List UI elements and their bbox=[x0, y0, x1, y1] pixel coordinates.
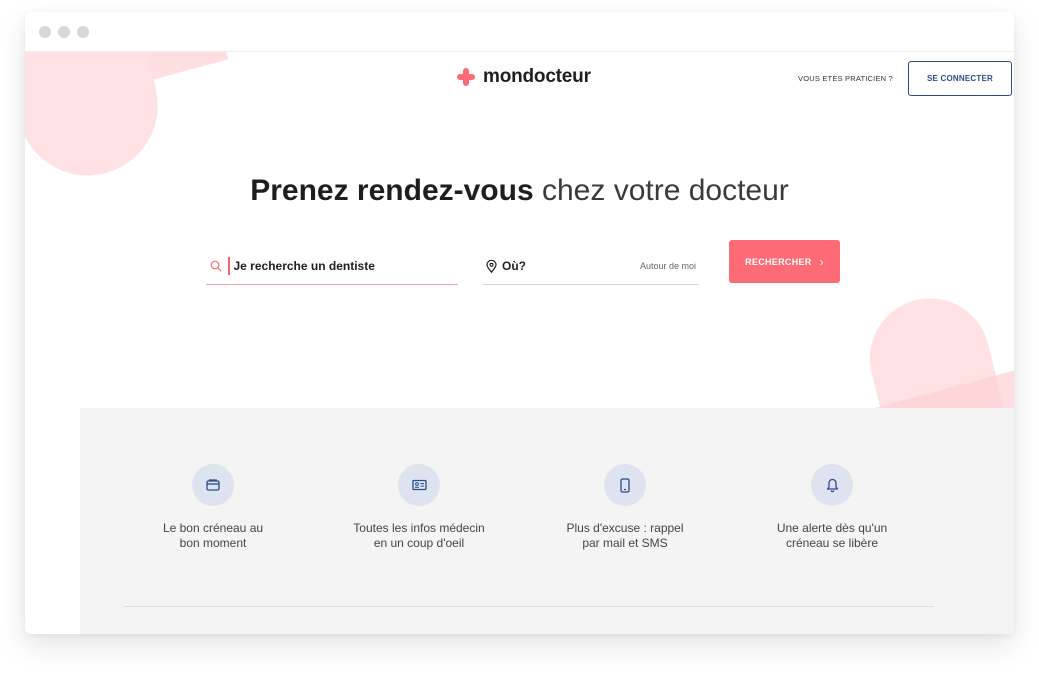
title-bold: Prenez rendez-vous bbox=[250, 174, 534, 207]
calendar-icon bbox=[206, 479, 220, 491]
features-section: Le bon créneau au bon moment Toutes les … bbox=[80, 408, 1014, 634]
connect-button[interactable]: SE CONNECTER bbox=[908, 61, 1012, 96]
page-title: Prenez rendez-vous chez votre docteur bbox=[25, 174, 1014, 208]
feature-item: Le bon créneau au bon moment bbox=[128, 464, 298, 551]
decorative-blob bbox=[25, 52, 173, 191]
location-input[interactable]: Où? Autour de moi bbox=[482, 248, 698, 285]
window-minimize-dot[interactable] bbox=[58, 26, 70, 38]
feature-text: Une alerte dès qu'un créneau se libère bbox=[776, 521, 888, 550]
logo-text: mondocteur bbox=[483, 66, 591, 87]
search-icon bbox=[210, 260, 222, 272]
feature-icon-circle bbox=[398, 464, 440, 506]
feature-text: Toutes les infos médecin en un coup d'oe… bbox=[353, 521, 485, 550]
text-cursor bbox=[228, 257, 230, 275]
feature-text: Le bon créneau au bon moment bbox=[162, 521, 264, 550]
feature-item: Toutes les infos médecin en un coup d'oe… bbox=[334, 464, 504, 551]
section-divider bbox=[124, 606, 934, 607]
feature-text: Plus d'excuse : rappel par mail et SMS bbox=[566, 521, 684, 550]
feature-icon-circle bbox=[192, 464, 234, 506]
window-close-dot[interactable] bbox=[39, 26, 51, 38]
browser-window: mondocteur VOUS ETES PRATICIEN ? SE CONN… bbox=[25, 12, 1014, 634]
id-card-icon bbox=[411, 479, 427, 491]
search-button[interactable]: RECHERCHER › bbox=[729, 240, 840, 283]
feature-icon-circle bbox=[811, 464, 853, 506]
location-label: Où? bbox=[502, 259, 526, 273]
search-value: Je recherche un dentiste bbox=[233, 259, 375, 273]
feature-item: Plus d'excuse : rappel par mail et SMS bbox=[540, 464, 710, 551]
window-maximize-dot[interactable] bbox=[77, 26, 89, 38]
phone-icon bbox=[620, 477, 630, 493]
page-content: mondocteur VOUS ETES PRATICIEN ? SE CONN… bbox=[25, 52, 1014, 634]
window-titlebar bbox=[25, 12, 1014, 52]
feature-icon-circle bbox=[604, 464, 646, 506]
title-light: chez votre docteur bbox=[541, 174, 789, 207]
location-pin-icon bbox=[486, 259, 497, 273]
feature-item: Une alerte dès qu'un créneau se libère bbox=[747, 464, 917, 551]
praticien-link[interactable]: VOUS ETES PRATICIEN ? bbox=[798, 74, 893, 83]
search-button-label: RECHERCHER bbox=[745, 256, 812, 267]
chevron-right-icon: › bbox=[819, 254, 824, 269]
bell-icon bbox=[826, 478, 838, 492]
near-me-link[interactable]: Autour de moi bbox=[640, 261, 696, 271]
logo[interactable]: mondocteur bbox=[457, 66, 591, 88]
search-input[interactable]: Je recherche un dentiste bbox=[206, 248, 458, 285]
plus-logo-icon bbox=[457, 68, 475, 86]
